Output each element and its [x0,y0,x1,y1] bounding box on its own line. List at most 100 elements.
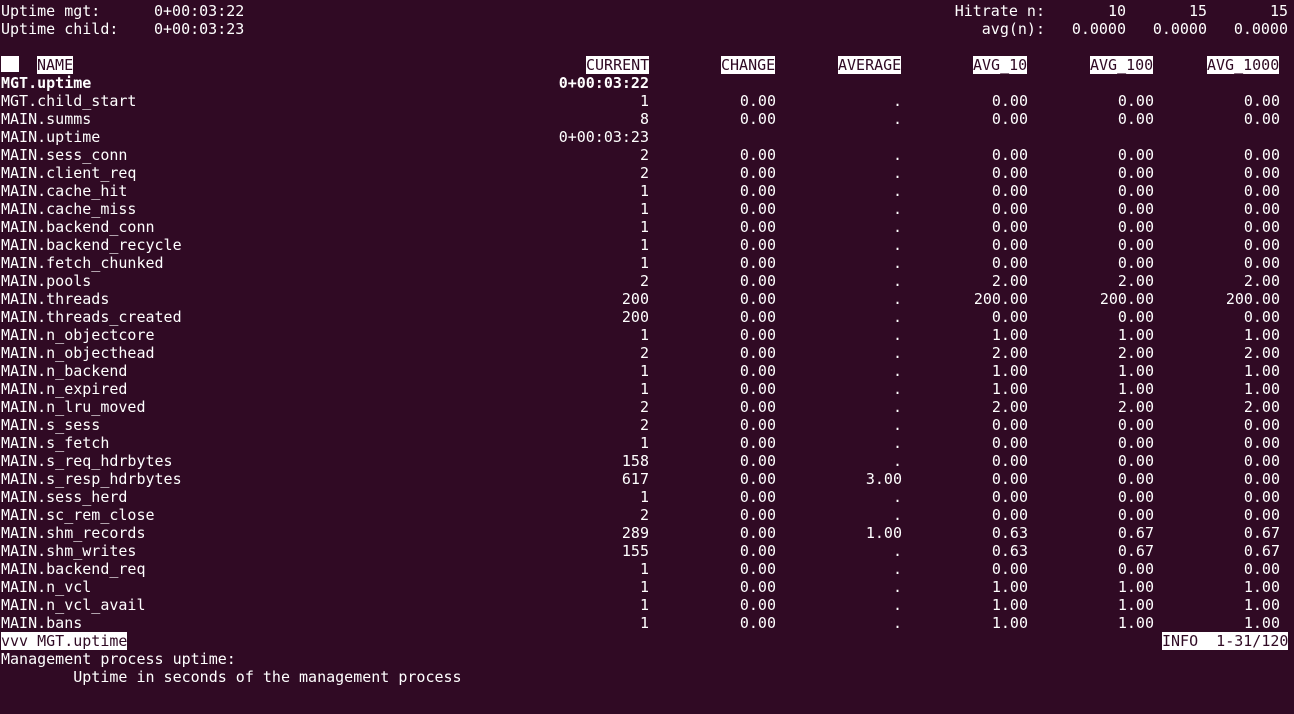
cell-average: . [892,272,902,290]
table-row[interactable]: MAIN.s_resp_hdrbytes 617 0.00 3.00 0.00 0.00 0… [0,470,1294,488]
cell-avg-10: 1.00 [991,380,1028,398]
table-row[interactable]: MAIN.shm_records 289 0.00 1.00 0.63 0.67 0.67 [0,524,1294,542]
table-row[interactable]: MAIN.client_req 2 0.00. 0.00 0.00 0.00 [0,164,1294,182]
cell-avg-1000: 0.00 [1243,218,1280,236]
column-header-change[interactable]: CHANGE [721,56,776,74]
cell-avg-100: 1.00 [1117,326,1154,344]
cell-avg-100: 0.00 [1117,434,1154,452]
cell-change: 0.00 [739,560,776,578]
cell-change: 0.00 [739,596,776,614]
table-row[interactable]: MAIN.shm_writes 155 0.00. 0.63 0.67 0.67 [0,542,1294,560]
cell-change: 0.00 [739,380,776,398]
table-row[interactable]: MAIN.threads 200 0.00. 200.00 200.00 200.00 [0,290,1294,308]
column-header-name[interactable]: NAME [37,56,74,74]
cell-name: MAIN.shm_records [1,524,146,542]
cell-current: 200 [621,308,649,326]
cell-avg-100: 2.00 [1117,272,1154,290]
column-header-current[interactable]: CURRENT [586,56,650,74]
cell-name: MAIN.n_objecthead [1,344,155,362]
uptime-mgt-value: 0+00:03:22 [154,2,245,20]
cell-current: 289 [621,524,649,542]
table-row[interactable]: MAIN.threads_created 200 0.00. 0.00 0.00 0.00 [0,308,1294,326]
hitrate-n-value: 15 [1269,2,1288,20]
hitrate-avg-value: 0.0000 [1233,20,1288,38]
cell-avg-1000: 0.00 [1243,236,1280,254]
column-header-avg1000[interactable]: AVG_1000 [1207,56,1280,74]
table-row[interactable]: MAIN.cache_miss 1 0.00. 0.00 0.00 0.00 [0,200,1294,218]
cell-avg-1000: 1.00 [1243,596,1280,614]
table-row[interactable]: MAIN.s_sess 2 0.00. 0.00 0.00 0.00 [0,416,1294,434]
table-row[interactable]: MAIN.n_objecthead 2 0.00. 2.00 2.00 2.00 [0,344,1294,362]
table-row[interactable]: MAIN.n_backend 1 0.00. 1.00 1.00 1.00 [0,362,1294,380]
table-row[interactable]: MGT.uptime 0+00:03:22 [0,74,1294,92]
cell-name: MGT.uptime [1,74,92,92]
table-row[interactable]: MAIN.cache_hit 1 0.00. 0.00 0.00 0.00 [0,182,1294,200]
table-row[interactable]: MAIN.n_expired 1 0.00. 1.00 1.00 1.00 [0,380,1294,398]
table-row[interactable]: MAIN.s_req_hdrbytes 158 0.00. 0.00 0.00 0.00 [0,452,1294,470]
table-row[interactable]: MAIN.n_objectcore 1 0.00. 1.00 1.00 1.00 [0,326,1294,344]
cell-avg-10: 200.00 [973,290,1028,308]
cell-avg-1000: 0.67 [1243,542,1280,560]
table-row[interactable]: MAIN.backend_req 1 0.00. 0.00 0.00 0.00 [0,560,1294,578]
cell-avg-100: 2.00 [1117,344,1154,362]
cell-name: MAIN.threads_created [1,308,182,326]
cell-current: 2 [639,272,649,290]
cell-avg-1000: 0.00 [1243,452,1280,470]
cell-average: . [892,434,902,452]
cell-avg-10: 0.63 [991,542,1028,560]
table-row[interactable]: MAIN.fetch_chunked 1 0.00. 0.00 0.00 0.00 [0,254,1294,272]
cell-change: 0.00 [739,470,776,488]
cell-change: 0.00 [739,488,776,506]
cell-avg-10: 0.00 [991,488,1028,506]
cell-avg-100: 0.67 [1117,542,1154,560]
cell-current: 2 [639,416,649,434]
cell-average: . [892,398,902,416]
cell-name: MAIN.n_expired [1,380,128,398]
cell-avg-10: 1.00 [991,326,1028,344]
table-row[interactable]: MAIN.pools 2 0.00. 2.00 2.00 2.00 [0,272,1294,290]
table-row[interactable]: MAIN.uptime 0+00:03:23 [0,128,1294,146]
table-row[interactable]: MAIN.s_fetch 1 0.00. 0.00 0.00 0.00 [0,434,1294,452]
cell-current: 1 [639,218,649,236]
column-header-avg100[interactable]: AVG_100 [1090,56,1154,74]
cell-change: 0.00 [739,434,776,452]
cell-avg-100: 0.00 [1117,218,1154,236]
table-row[interactable]: MAIN.sess_conn 2 0.00. 0.00 0.00 0.00 [0,146,1294,164]
cell-current: 1 [639,488,649,506]
cell-current: 2 [639,164,649,182]
table-row[interactable]: MAIN.backend_recycle 1 0.00. 0.00 0.00 0.00 [0,236,1294,254]
table-row[interactable]: MGT.child_start 1 0.00. 0.00 0.00 0.00 [0,92,1294,110]
cell-change: 0.00 [739,398,776,416]
cell-avg-10: 0.63 [991,524,1028,542]
cell-avg-1000: 2.00 [1243,344,1280,362]
cell-change: 0.00 [739,272,776,290]
cell-change: 0.00 [739,578,776,596]
cell-avg-1000: 1.00 [1243,380,1280,398]
cell-change: 0.00 [739,308,776,326]
cell-average: 1.00 [865,524,902,542]
cell-name: MAIN.n_objectcore [1,326,155,344]
cell-avg-10: 0.00 [991,110,1028,128]
cell-avg-1000: 0.00 [1243,182,1280,200]
table-row[interactable]: MAIN.sc_rem_close 2 0.00. 0.00 0.00 0.00 [0,506,1294,524]
cell-name: MAIN.backend_req [1,560,146,578]
table-row[interactable]: MAIN.backend_conn 1 0.00. 0.00 0.00 0.00 [0,218,1294,236]
cell-average: . [892,254,902,272]
cell-change: 0.00 [739,614,776,632]
cell-current: 1 [639,434,649,452]
table-row[interactable]: MAIN.n_vcl 1 0.00. 1.00 1.00 1.00 [0,578,1294,596]
table-row[interactable]: MAIN.sess_herd 1 0.00. 0.00 0.00 0.00 [0,488,1294,506]
table-row[interactable]: MAIN.n_lru_moved 2 0.00. 2.00 2.00 2.00 [0,398,1294,416]
table-row[interactable]: MAIN.n_vcl_avail 1 0.00. 1.00 1.00 1.00 [0,596,1294,614]
cell-current: 1 [639,596,649,614]
cell-avg-100: 0.00 [1117,200,1154,218]
cell-average: . [892,92,902,110]
column-header-average[interactable]: AVERAGE [838,56,902,74]
column-header-avg10[interactable]: AVG_10 [973,56,1028,74]
cell-average: . [892,164,902,182]
cell-average: . [892,218,902,236]
table-row[interactable]: MAIN.summs 8 0.00. 0.00 0.00 0.00 [0,110,1294,128]
table-row[interactable]: MAIN.bans 1 0.00. 1.00 1.00 1.00 [0,614,1294,632]
cell-change: 0.00 [739,236,776,254]
cell-avg-100: 0.00 [1117,164,1154,182]
